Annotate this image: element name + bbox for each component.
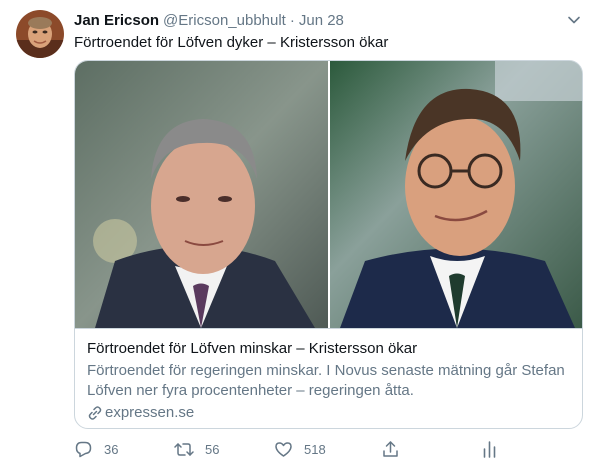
retweet-count: 56	[205, 441, 220, 457]
card-image[interactable]	[75, 61, 582, 328]
heart-icon	[275, 441, 292, 457]
card-source: expressen.se	[87, 403, 570, 423]
reply-count: 36	[104, 441, 119, 457]
share-icon	[383, 440, 398, 457]
card-description: Förtroendet för regeringen minskar. I No…	[87, 362, 565, 399]
like-button[interactable]: 518	[274, 437, 326, 461]
analytics-icon	[483, 440, 496, 458]
avatar[interactable]	[16, 10, 64, 58]
separator-dot: ·	[289, 11, 295, 29]
card-source-domain: expressen.se	[105, 404, 195, 421]
share-button[interactable]	[381, 437, 400, 461]
tweet-actions: 36 56 518	[74, 437, 504, 461]
analytics-button[interactable]	[480, 437, 499, 461]
card-body[interactable]: Förtroendet för Löfven minskar – Krister…	[75, 328, 582, 428]
link-card[interactable]: Förtroendet för Löfven minskar – Krister…	[74, 60, 583, 429]
tweet-date[interactable]: Jun 28	[299, 12, 344, 29]
tweet-text: Förtroendet för Löfven dyker – Kristerss…	[74, 34, 389, 51]
chevron-down-icon	[568, 16, 580, 24]
author-handle[interactable]: @Ericson_ubbhult	[163, 12, 286, 29]
tweet-header: Jan Ericson @Ericson_ubbhult · Jun 28	[74, 11, 344, 29]
retweet-button[interactable]: 56	[174, 437, 219, 461]
author-display-name[interactable]: Jan Ericson	[74, 12, 159, 29]
reply-button[interactable]: 36	[74, 437, 118, 461]
retweet-icon	[174, 442, 194, 456]
like-count: 518	[304, 441, 326, 457]
more-options-button[interactable]	[565, 11, 583, 29]
link-icon	[87, 405, 103, 421]
card-title: Förtroendet för Löfven minskar – Krister…	[87, 340, 418, 357]
reply-icon	[75, 441, 92, 457]
tweet[interactable]: Jan Ericson @Ericson_ubbhult · Jun 28 Fö…	[0, 0, 589, 470]
